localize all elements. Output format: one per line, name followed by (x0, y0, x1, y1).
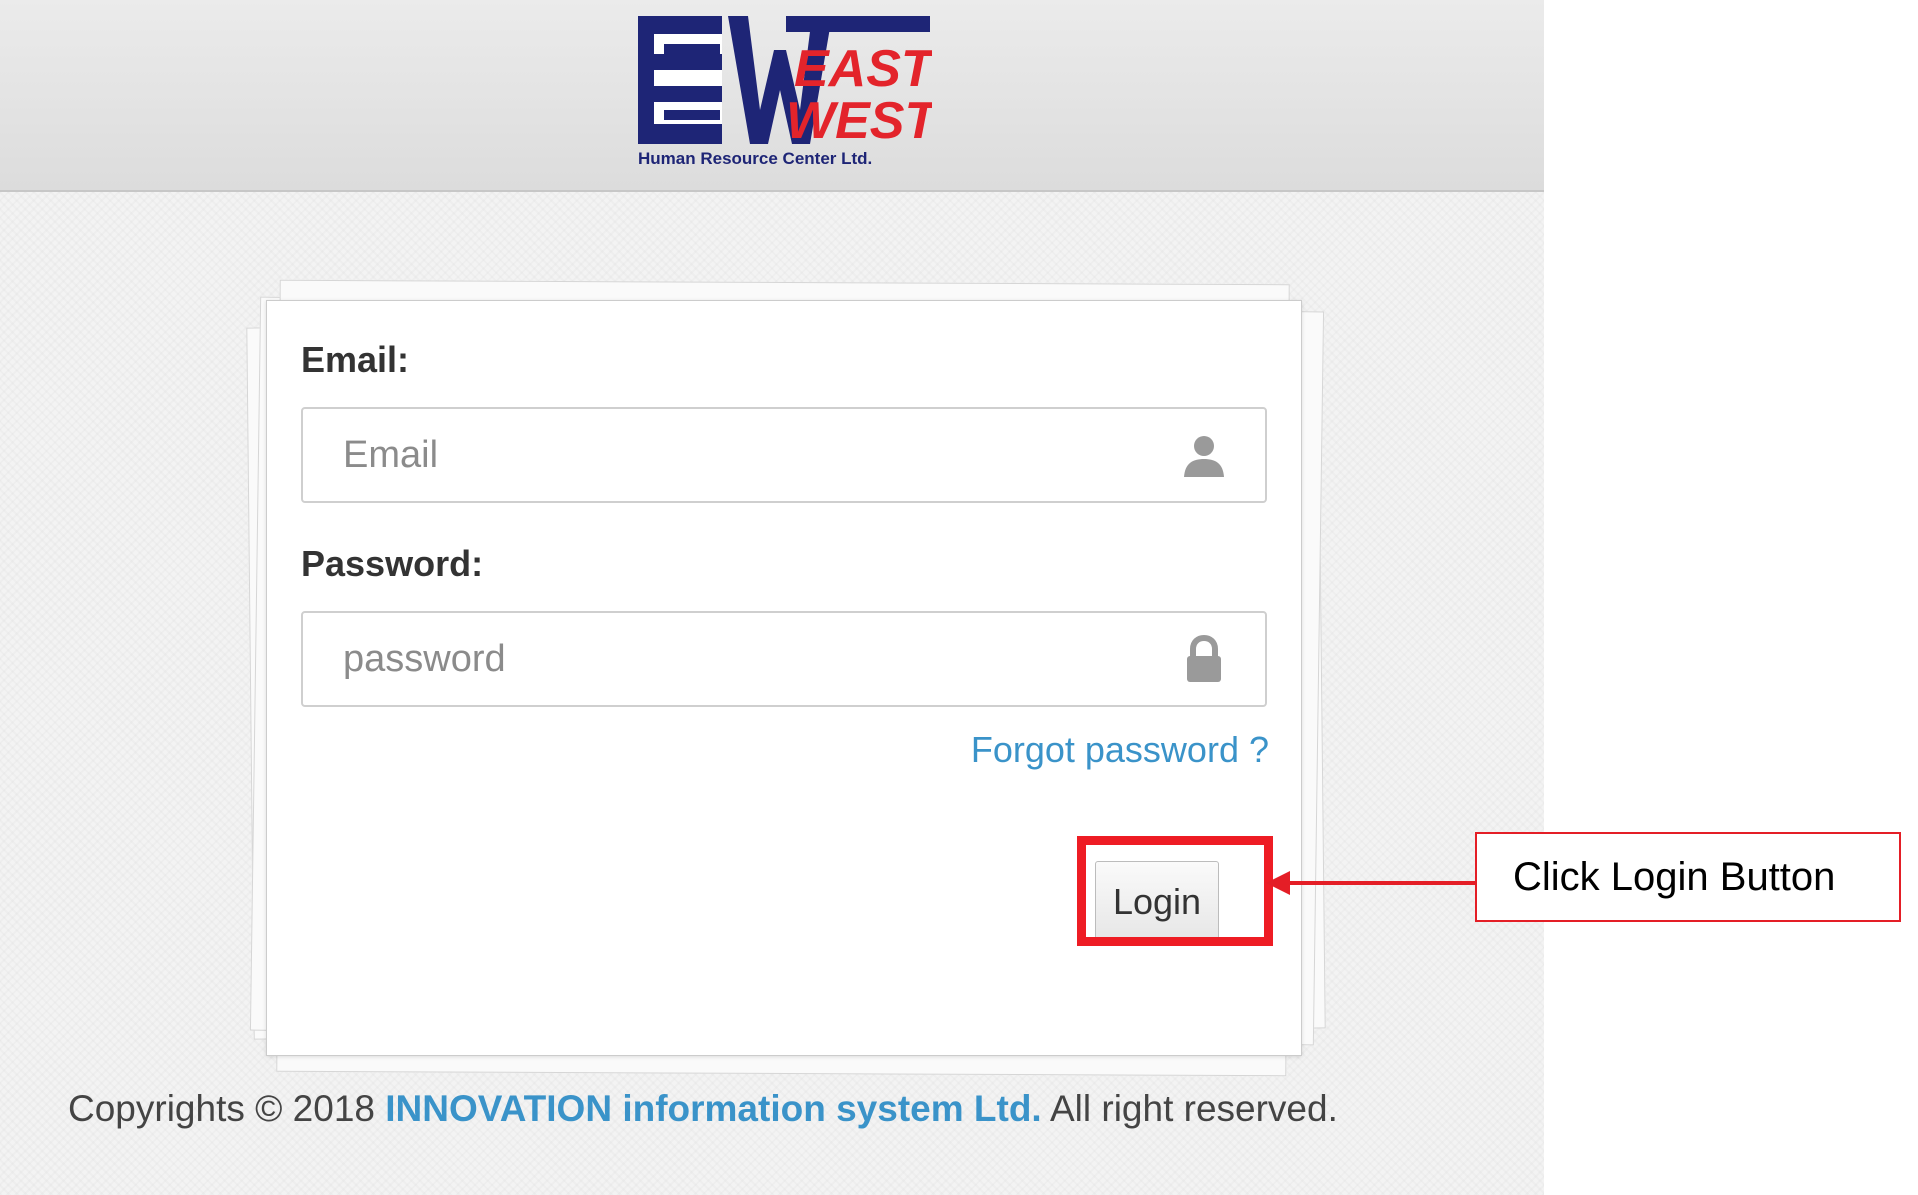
password-input[interactable] (341, 613, 1205, 705)
company-logo: EAST WEST Human Resource Center Ltd. (638, 16, 932, 168)
logo-east-text: EAST (794, 40, 932, 98)
logo-west-text: WEST (786, 92, 932, 150)
callout-label: Click Login Button (1475, 832, 1901, 922)
copyright-footer: Copyrights © 2018 INNOVATION information… (68, 1088, 1338, 1130)
forgot-password-link[interactable]: Forgot password ? (971, 729, 1269, 771)
email-label: Email: (301, 339, 410, 380)
company-name: INNOVATION information system Ltd. (385, 1088, 1042, 1129)
header-banner: EAST WEST Human Resource Center Ltd. (0, 0, 1544, 192)
password-field-wrapper (301, 611, 1267, 707)
copyright-prefix: Copyrights © 2018 (68, 1088, 375, 1129)
email-input[interactable] (341, 409, 1205, 501)
login-highlight-box (1077, 836, 1273, 946)
user-icon (1184, 436, 1224, 477)
lock-icon (1187, 635, 1221, 682)
logo-tagline: Human Resource Center Ltd. (638, 149, 872, 168)
email-field-wrapper (301, 407, 1267, 503)
password-label: Password: (301, 543, 484, 584)
callout-arrow-icon (1266, 871, 1484, 895)
login-page: EAST WEST Human Resource Center Ltd. Ema… (0, 0, 1544, 1195)
copyright-suffix: All right reserved. (1049, 1088, 1338, 1129)
